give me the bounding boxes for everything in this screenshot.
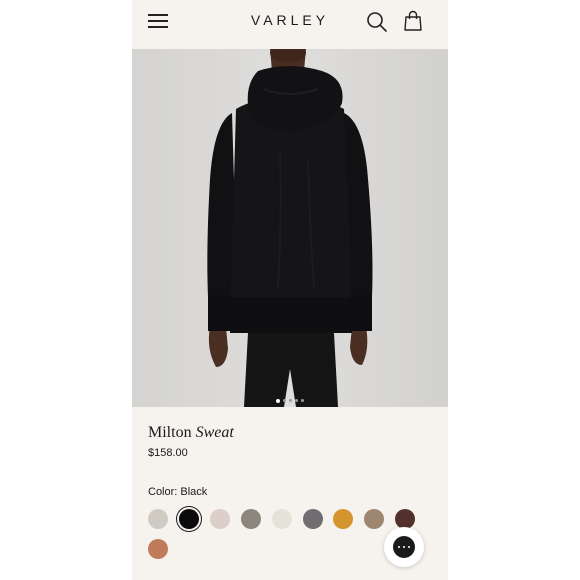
product-price: $158.00 (148, 447, 188, 459)
color-swatch[interactable] (148, 509, 168, 529)
color-swatch[interactable] (240, 509, 261, 529)
color-swatch[interactable] (209, 509, 230, 529)
carousel-pagination (132, 392, 448, 403)
carousel-dot[interactable] (276, 398, 280, 403)
product-name-style: Sweat (195, 424, 234, 441)
chat-bubble-icon (393, 536, 415, 558)
color-swatch[interactable] (333, 509, 354, 529)
color-swatch[interactable] (395, 509, 416, 529)
site-header: VARLEY (132, 0, 448, 48)
shopping-bag-button[interactable] (403, 10, 423, 32)
product-title: Milton Sweat (148, 424, 234, 442)
color-label: Color: Black (148, 486, 208, 498)
product-page: VARLEY Milton Sweat $158.00 Color: Black (132, 0, 448, 580)
product-photo (132, 49, 448, 407)
color-swatch[interactable] (148, 539, 168, 559)
search-button[interactable] (366, 11, 388, 33)
shopping-bag-icon (404, 10, 422, 31)
brand-logo[interactable]: VARLEY (132, 12, 448, 28)
search-icon (367, 12, 387, 32)
color-swatch[interactable] (178, 509, 199, 529)
chat-button[interactable] (384, 527, 424, 567)
color-swatch[interactable] (364, 509, 385, 529)
color-swatch[interactable] (271, 509, 292, 529)
product-name: Milton (148, 424, 192, 441)
product-image-carousel[interactable] (132, 49, 448, 407)
color-swatch[interactable] (302, 509, 323, 529)
